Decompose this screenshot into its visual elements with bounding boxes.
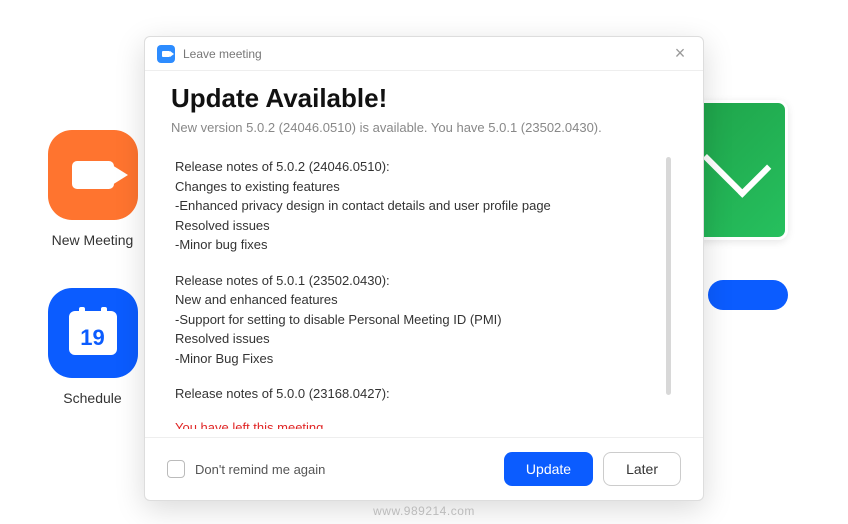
watermark: www.989214.com bbox=[373, 504, 475, 518]
close-icon[interactable]: × bbox=[669, 43, 691, 64]
dialog-footer: Don't remind me again Update Later bbox=[145, 437, 703, 500]
release-notes-scroll[interactable]: Release notes of 5.0.2 (24046.0510): Cha… bbox=[171, 149, 677, 429]
notes-line: -Enhanced privacy design in contact deta… bbox=[175, 196, 659, 216]
dialog-body: Update Available! New version 5.0.2 (240… bbox=[145, 71, 703, 437]
video-icon bbox=[48, 130, 138, 220]
notes-line: -Support for setting to disable Personal… bbox=[175, 310, 659, 330]
left-meeting-message: You have left this meeting. bbox=[175, 420, 659, 430]
notes-line: -Minor bug fixes bbox=[175, 235, 659, 255]
notes-header: Release notes of 5.0.2 (24046.0510): bbox=[175, 157, 659, 177]
zoom-icon bbox=[157, 45, 175, 63]
main-window: New Meeting 19 Schedule Leave meeting × … bbox=[0, 0, 848, 524]
titlebar: Leave meeting × bbox=[145, 37, 703, 71]
dialog-subheading: New version 5.0.2 (24046.0510) is availa… bbox=[171, 120, 677, 135]
dont-remind-checkbox[interactable] bbox=[167, 460, 185, 478]
calendar-icon: 19 bbox=[48, 288, 138, 378]
notes-line: New and enhanced features bbox=[175, 290, 659, 310]
blue-pill[interactable] bbox=[708, 280, 788, 310]
release-notes-block: Release notes of 5.0.2 (24046.0510): Cha… bbox=[175, 157, 659, 255]
new-meeting-tile[interactable]: New Meeting bbox=[30, 130, 155, 248]
dialog-heading: Update Available! bbox=[171, 83, 677, 114]
tile-label: Schedule bbox=[63, 390, 121, 406]
dont-remind-label: Don't remind me again bbox=[195, 462, 494, 477]
titlebar-text: Leave meeting bbox=[183, 47, 661, 61]
update-dialog: Leave meeting × Update Available! New ve… bbox=[144, 36, 704, 501]
notes-line: Changes to existing features bbox=[175, 177, 659, 197]
notes-line: Resolved issues bbox=[175, 329, 659, 349]
update-button[interactable]: Update bbox=[504, 452, 593, 486]
notes-header: Release notes of 5.0.0 (23168.0427): bbox=[175, 384, 659, 404]
notes-line: Resolved issues bbox=[175, 216, 659, 236]
release-notes-block: Release notes of 5.0.1 (23502.0430): New… bbox=[175, 271, 659, 369]
release-notes-block: Release notes of 5.0.0 (23168.0427): bbox=[175, 384, 659, 404]
tile-label: New Meeting bbox=[52, 232, 134, 248]
later-button[interactable]: Later bbox=[603, 452, 681, 486]
schedule-tile[interactable]: 19 Schedule bbox=[30, 288, 155, 406]
notes-header: Release notes of 5.0.1 (23502.0430): bbox=[175, 271, 659, 291]
notes-line: -Minor Bug Fixes bbox=[175, 349, 659, 369]
